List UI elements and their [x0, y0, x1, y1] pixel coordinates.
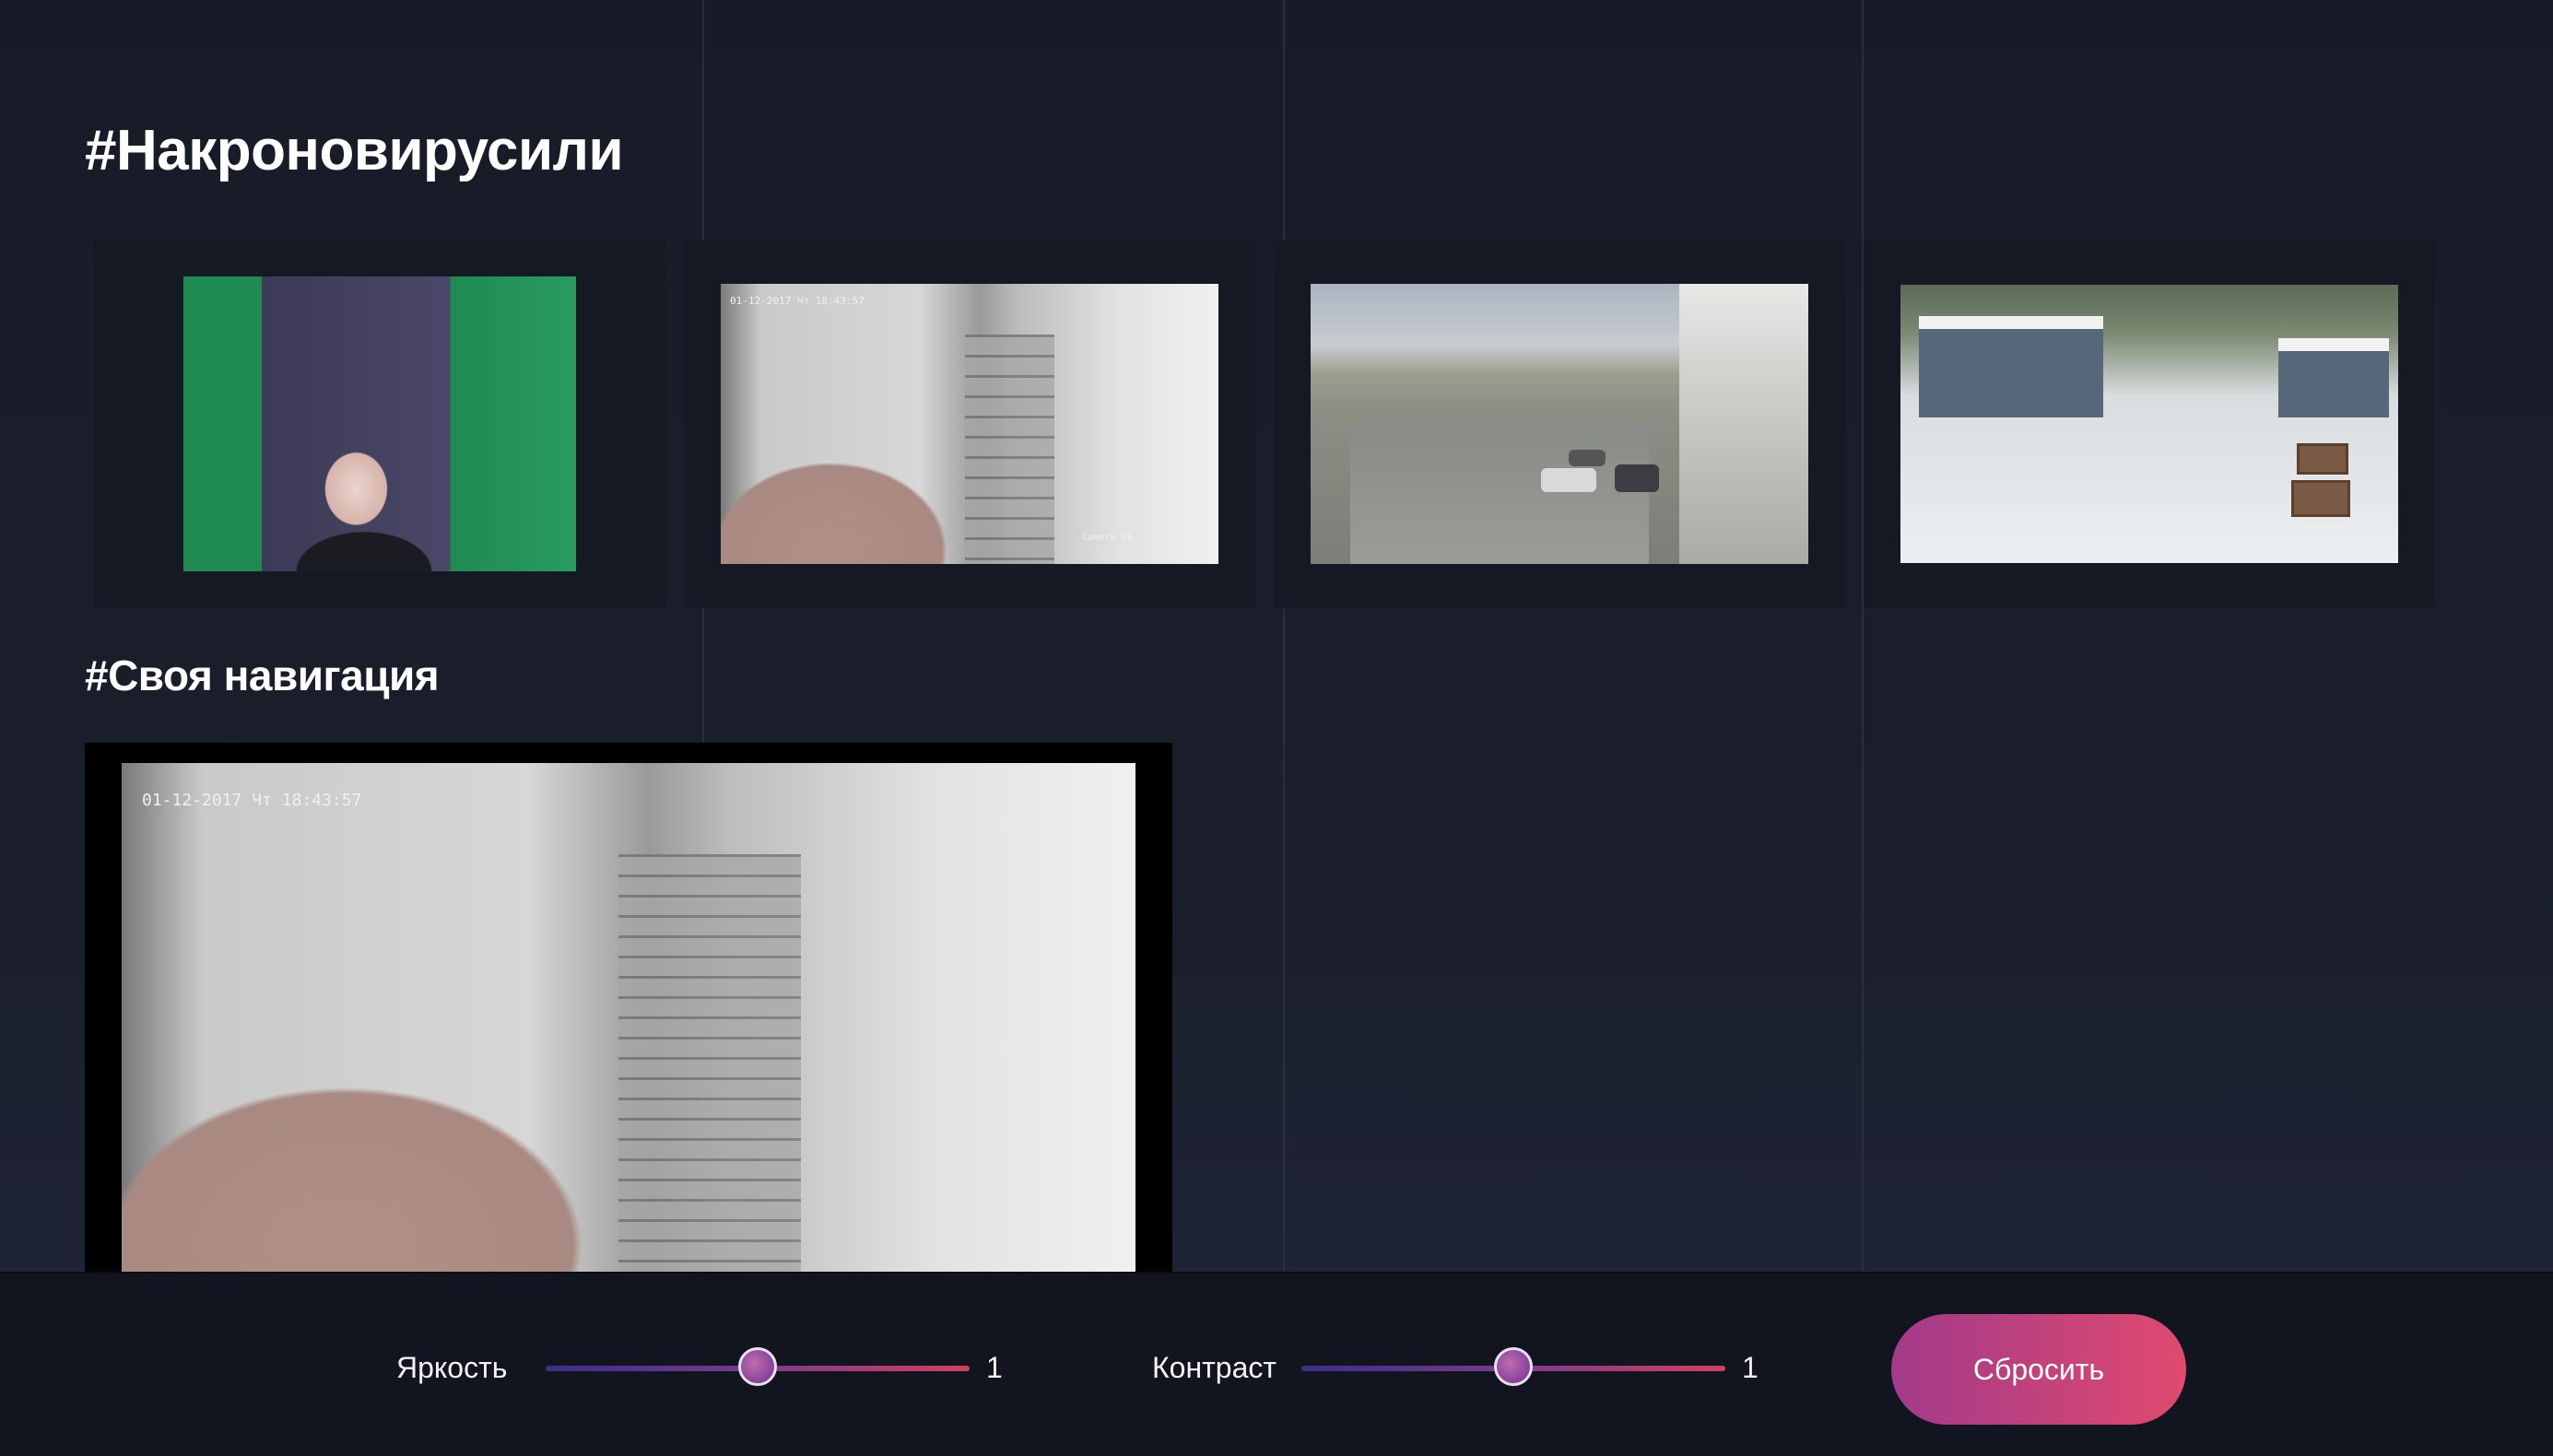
contrast-slider-thumb[interactable]	[1494, 1347, 1533, 1386]
camera-tile-street[interactable]	[1274, 240, 1845, 608]
grid-line	[1862, 0, 1864, 1272]
brightness-value: 1	[986, 1351, 1003, 1384]
camera-tile-entrance[interactable]	[94, 240, 665, 608]
control-bar: Яркость 1 Контраст 1 Сбросить	[0, 1272, 2553, 1456]
enlarged-camera-feed: 01-12-2017 Чт 18:43:57	[122, 763, 1135, 1272]
camera-tile-yard[interactable]	[1864, 240, 2435, 608]
car	[1569, 450, 1606, 466]
reset-button[interactable]: Сбросить	[1891, 1314, 2186, 1425]
camera-feed-street	[1311, 284, 1808, 564]
feed-timestamp: 01-12-2017 Чт 18:43:57	[142, 791, 362, 810]
cameras-heading: #Накроновирусили	[85, 119, 624, 182]
house	[2278, 338, 2389, 417]
feed-timestamp: 01-12-2017 Чт 18:43:57	[730, 295, 865, 307]
garden-bed	[2291, 480, 2350, 517]
car	[1541, 468, 1596, 492]
enlarged-camera-view[interactable]: 01-12-2017 Чт 18:43:57	[85, 743, 1172, 1272]
camera-tile-stairs[interactable]: 01-12-2017 Чт 18:43:57 Camera 01	[684, 240, 1255, 608]
camera-feed-stairs: 01-12-2017 Чт 18:43:57 Camera 01	[721, 284, 1218, 564]
camera-label: Camera 01	[1082, 533, 1133, 543]
brightness-label: Яркость	[396, 1351, 508, 1384]
camera-feed-yard	[1900, 285, 2398, 563]
street-road	[1350, 424, 1650, 564]
street-wall	[1678, 284, 1808, 564]
garden-bed	[2297, 443, 2348, 475]
navigation-heading: #Своя навигация	[85, 652, 440, 699]
car	[1615, 464, 1659, 492]
contrast-label: Контраст	[1152, 1351, 1277, 1384]
brightness-slider-thumb[interactable]	[738, 1347, 777, 1386]
stairs-graphic	[618, 854, 801, 1272]
stairs-graphic	[964, 334, 1054, 564]
camera-feed-entrance	[183, 276, 576, 571]
grid-line	[1283, 0, 1285, 1272]
contrast-value: 1	[1742, 1351, 1759, 1384]
house	[1919, 316, 2103, 417]
